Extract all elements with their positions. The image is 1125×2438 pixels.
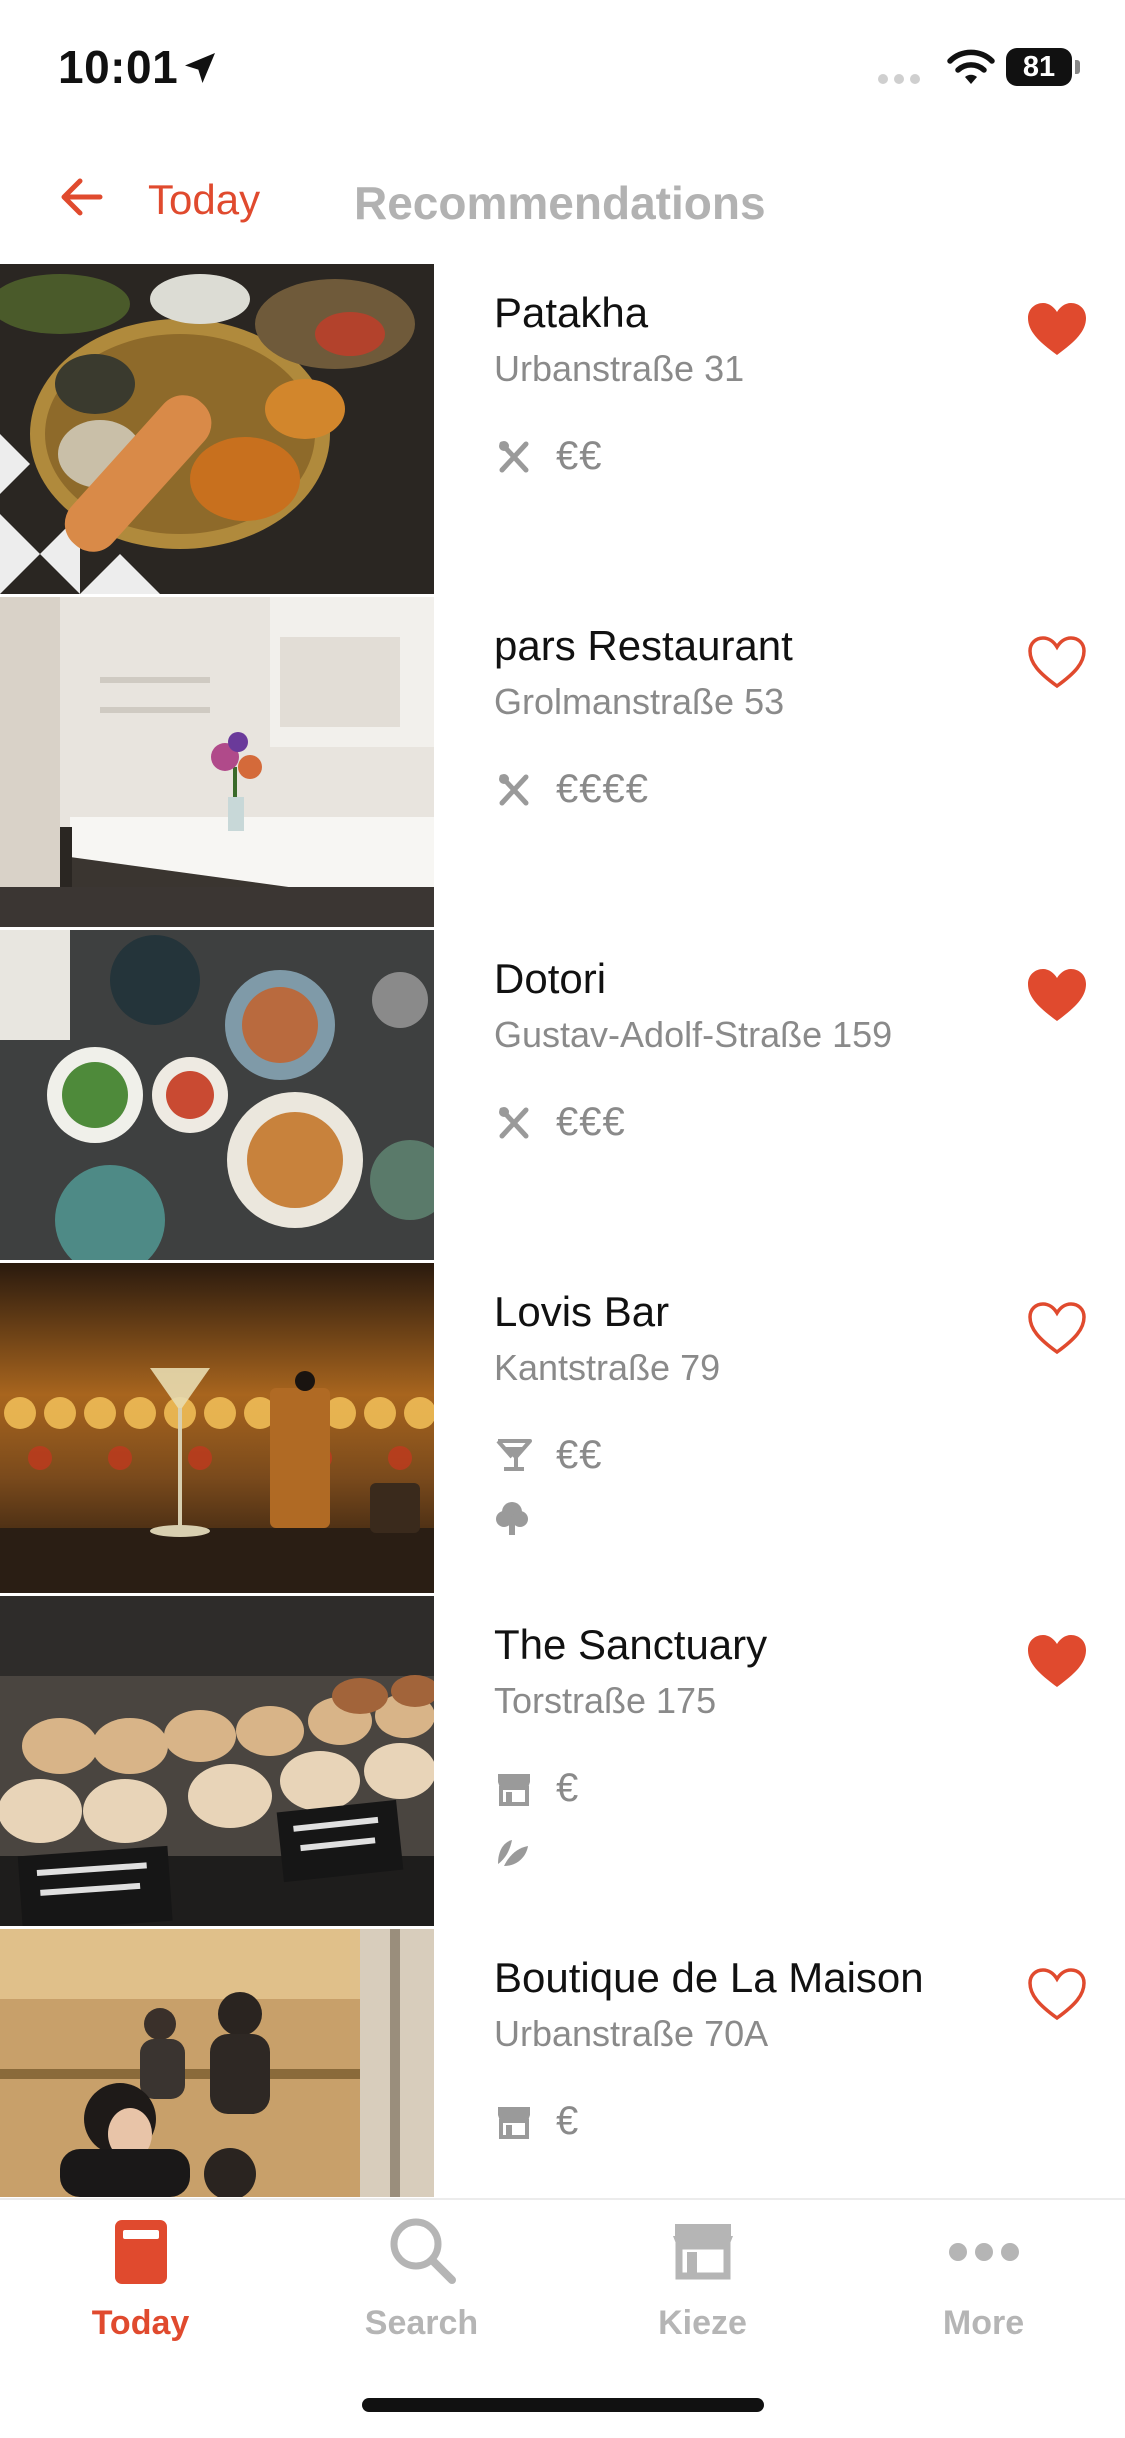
place-address: Torstraße 175 [494,1680,717,1721]
leaf-icon [498,1840,528,1866]
cutlery-icon [499,1107,529,1139]
cocktail-icon [496,1439,532,1471]
today-icon [114,2220,167,2284]
list-item[interactable]: Lovis Bar Kantstraße 79 €€ [0,1263,1125,1596]
place-address: Gustav-Adolf-Straße 159 [494,1014,893,1055]
battery-tip [1075,60,1080,74]
shop-icon [672,2224,733,2280]
back-button[interactable]: Today [148,176,260,224]
price-level: €€€€ [556,766,649,811]
place-address: Kantstraße 79 [494,1347,721,1388]
page-title: Recommendations [354,177,766,229]
place-name: Boutique de La Maison [494,1954,924,2001]
search-icon [390,2218,456,2284]
place-photo [0,264,434,594]
tab-today[interactable]: Today [0,2200,281,2380]
place-photo [0,1596,434,1926]
place-photo [0,597,434,927]
price-level: € [556,2098,580,2143]
heart-outline-icon[interactable] [1024,1298,1090,1358]
list-item[interactable]: Patakha Urbanstraße 31 €€ [0,264,1125,597]
cellular-signal-icon [878,74,920,84]
price-level: €€ [556,433,603,478]
back-arrow-icon[interactable] [56,172,106,222]
tab-more[interactable]: More [843,2200,1124,2380]
place-address: Grolmanstraße 53 [494,681,785,722]
status-time: 10:01 [58,41,179,93]
place-name: Lovis Bar [494,1288,670,1335]
place-photo [0,1929,434,2197]
place-address: Urbanstraße 31 [494,348,745,389]
cutlery-icon [499,774,529,806]
list-item[interactable]: Dotori Gustav-Adolf-Straße 159 €€€ [0,930,1125,1263]
heart-outline-icon[interactable] [1024,1964,1090,2024]
nav-header: Today Recommendations [0,140,1125,264]
place-name: The Sanctuary [494,1621,768,1668]
heart-outline-icon[interactable] [1024,632,1090,692]
place-photo [0,930,434,1260]
list-item[interactable]: pars Restaurant Grolmanstraße 53 €€€€ [0,597,1125,930]
tab-label: Search [364,2304,479,2342]
status-bar: 10:01 81 [0,0,1125,140]
shop-icon [498,1774,530,1806]
heart-filled-icon[interactable] [1024,299,1090,359]
tab-label: Today [91,2304,190,2342]
place-name: Patakha [494,289,649,336]
shop-icon [498,2107,530,2139]
place-name: pars Restaurant [494,622,793,669]
price-level: €€€ [556,1099,626,1144]
wifi-icon [947,49,995,84]
price-level: €€ [556,1432,603,1477]
heart-filled-icon[interactable] [1024,1631,1090,1691]
battery-indicator: 81 [1006,48,1072,86]
tab-label: Kieze [658,2304,747,2342]
cutlery-icon [499,441,529,473]
place-photo [0,1263,434,1593]
place-name: Dotori [494,955,607,1002]
more-icon [948,2243,1019,2261]
place-address: Urbanstraße 70A [494,2013,769,2054]
heart-filled-icon[interactable] [1024,965,1090,1025]
tab-kieze[interactable]: Kieze [562,2200,843,2380]
tab-label: More [942,2304,1025,2342]
list-item[interactable]: The Sanctuary Torstraße 175 € [0,1596,1125,1929]
tree-icon [496,1502,528,1535]
price-level: € [556,1765,580,1810]
location-arrow-icon [185,53,215,83]
tab-search[interactable]: Search [281,2200,562,2380]
home-indicator[interactable] [362,2398,764,2412]
